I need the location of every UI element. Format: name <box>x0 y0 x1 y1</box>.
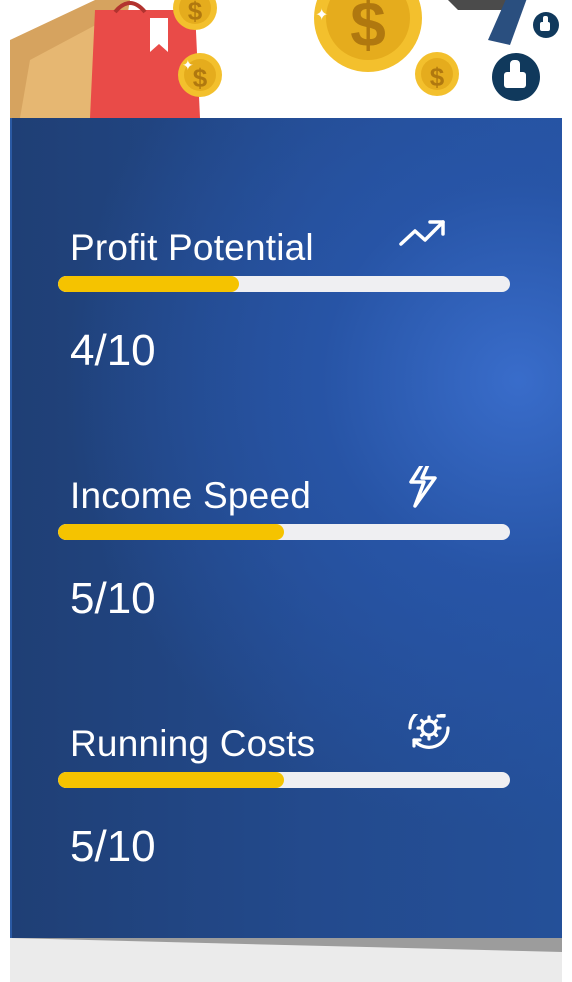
lightning-icon <box>397 466 457 514</box>
progress-track <box>58 524 510 540</box>
progress-track <box>58 276 510 292</box>
coin-icon: $ <box>415 52 459 96</box>
metric-title: Profit Potential <box>70 227 314 268</box>
thumbs-up-icon <box>533 12 559 38</box>
progress-fill <box>58 772 284 788</box>
progress-track <box>58 772 510 788</box>
frame-left <box>0 0 10 982</box>
coin-icon: $ ✦ <box>314 0 422 72</box>
metric-profit-potential: Profit Potential 4/10 <box>12 220 562 426</box>
progress-fill <box>58 524 284 540</box>
coin-icon: $ ✦ <box>178 53 222 97</box>
frame-right <box>562 0 572 982</box>
metric-score: 4/10 <box>70 326 156 375</box>
metric-title: Income Speed <box>70 475 312 516</box>
svg-text:✦: ✦ <box>315 7 328 24</box>
metric-score: 5/10 <box>70 574 156 623</box>
progress-fill <box>58 276 239 292</box>
shopping-money-illustration: $ $ ✦ $ ✦ $ <box>10 0 559 118</box>
metric-income-speed: Income Speed 5/10 <box>12 466 562 674</box>
hero-illustration: $ $ ✦ $ ✦ $ <box>10 0 562 118</box>
svg-text:$: $ <box>193 63 208 93</box>
metric-score: 5/10 <box>70 822 156 871</box>
svg-text:$: $ <box>188 0 203 26</box>
metric-running-costs: Running Costs 5/10 <box>12 714 562 922</box>
metric-title: Running Costs <box>70 723 316 764</box>
speech-bubble-icon <box>448 0 510 10</box>
metrics-card: Profit Potential 4/10 Income Speed 5/10 … <box>10 118 562 938</box>
thumbs-up-icon <box>492 53 540 101</box>
svg-text:$: $ <box>350 0 386 60</box>
svg-text:✦: ✦ <box>182 57 194 73</box>
gear-refresh-icon <box>397 714 457 762</box>
trending-up-icon <box>397 218 457 266</box>
footer-shadow <box>10 934 562 956</box>
svg-text:$: $ <box>430 62 445 92</box>
